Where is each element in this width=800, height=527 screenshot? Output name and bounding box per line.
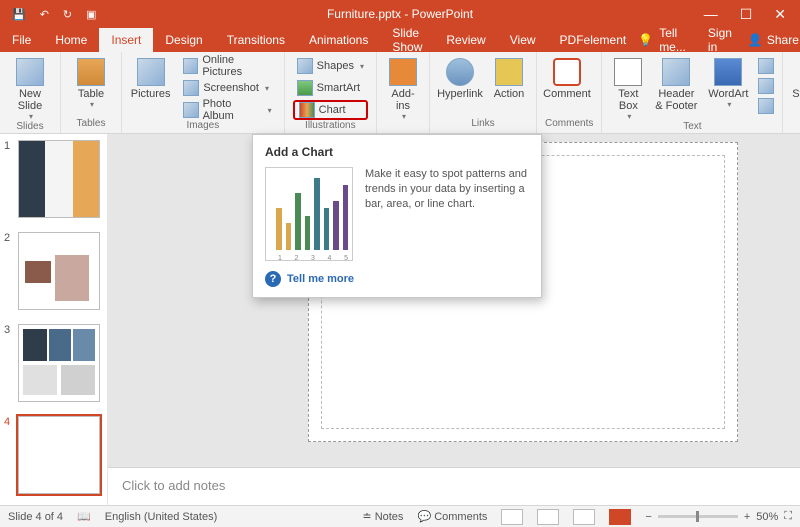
group-addins: Add- ins ▾ xyxy=(377,52,430,133)
group-comments: Comment Comments xyxy=(537,52,602,133)
wordart-button[interactable]: WordArt ▾ xyxy=(706,56,750,109)
hyperlink-button[interactable]: Hyperlink xyxy=(438,56,482,100)
online-pictures-icon xyxy=(183,58,198,74)
tab-view[interactable]: View xyxy=(498,28,548,52)
group-tables: Table ▾ Tables xyxy=(61,52,122,133)
quick-access-toolbar: 💾 ↶ ↻ ▣ xyxy=(0,8,97,21)
chart-tooltip: Add a Chart 12345 Make it easy to spot p… xyxy=(252,134,542,298)
tooltip-title: Add a Chart xyxy=(265,145,529,159)
notes-toggle[interactable]: ≐ Notes xyxy=(362,510,403,523)
slide-thumbnails-pane: 1 2 3 4 xyxy=(0,134,108,505)
table-button[interactable]: Table ▾ xyxy=(69,56,113,109)
text-box-button[interactable]: Text Box ▾ xyxy=(610,56,646,121)
share-icon: 👤 xyxy=(748,33,763,47)
tab-file[interactable]: File xyxy=(0,28,43,52)
window-controls: — ☐ ✕ xyxy=(704,6,800,23)
undo-icon[interactable]: ↶ xyxy=(40,8,49,21)
group-images: Pictures Online Pictures Screenshot▾ Pho… xyxy=(122,52,285,133)
photo-album-button[interactable]: Photo Album▾ xyxy=(179,100,275,120)
object-icon[interactable] xyxy=(758,98,774,114)
group-illustrations: Shapes▾ SmartArt Chart Illustrations xyxy=(285,52,377,133)
tooltip-chart-preview: 12345 xyxy=(265,167,353,261)
spell-check-icon[interactable]: 📖 xyxy=(77,510,91,523)
close-icon[interactable]: ✕ xyxy=(774,6,786,23)
ribbon: New Slide ▾ Slides Table ▾ Tables Pictur… xyxy=(0,52,800,134)
maximize-icon[interactable]: ☐ xyxy=(740,6,753,23)
tab-transitions[interactable]: Transitions xyxy=(215,28,297,52)
minimize-icon[interactable]: — xyxy=(704,6,718,23)
normal-view-icon[interactable] xyxy=(501,509,523,525)
comments-toggle[interactable]: 💬 Comments xyxy=(417,510,487,523)
ribbon-tabs: File Home Insert Design Transitions Anim… xyxy=(0,28,800,52)
slide-number-icon[interactable] xyxy=(758,78,774,94)
screenshot-button[interactable]: Screenshot▾ xyxy=(179,78,275,98)
tab-home[interactable]: Home xyxy=(43,28,99,52)
tab-animations[interactable]: Animations xyxy=(297,28,380,52)
tab-pdfelement[interactable]: PDFelement xyxy=(548,28,639,52)
slide-thumbnail[interactable]: 3 xyxy=(4,324,103,402)
language-indicator[interactable]: English (United States) xyxy=(105,511,218,523)
zoom-in-button[interactable]: + xyxy=(744,511,750,523)
tell-me[interactable]: Tell me... xyxy=(659,26,690,54)
slide-thumbnail[interactable]: 1 xyxy=(4,140,103,218)
slide-sorter-view-icon[interactable] xyxy=(537,509,559,525)
tab-slide-show[interactable]: Slide Show xyxy=(380,28,434,52)
tab-insert[interactable]: Insert xyxy=(99,28,153,52)
tooltip-description: Make it easy to spot patterns and trends… xyxy=(365,167,529,261)
tab-review[interactable]: Review xyxy=(434,28,497,52)
slideshow-view-icon[interactable] xyxy=(609,509,631,525)
action-button[interactable]: Action xyxy=(490,56,528,100)
tab-design[interactable]: Design xyxy=(153,28,214,52)
shapes-icon xyxy=(297,58,313,74)
sign-in[interactable]: Sign in xyxy=(708,26,732,54)
comment-button[interactable]: Comment xyxy=(545,56,589,100)
start-from-beginning-icon[interactable]: ▣ xyxy=(86,8,96,21)
slide-thumbnail[interactable]: 2 xyxy=(4,232,103,310)
group-slides: New Slide ▾ Slides xyxy=(0,52,61,133)
chart-icon xyxy=(299,102,315,118)
window-title: Furniture.pptx - PowerPoint xyxy=(327,7,473,21)
fit-to-window-icon[interactable]: ⛶ xyxy=(784,510,792,523)
header-footer-button[interactable]: Header & Footer xyxy=(654,56,698,112)
group-text: Text Box ▾ Header & Footer WordArt ▾ Tex… xyxy=(602,52,783,133)
tell-me-more-link[interactable]: ? Tell me more xyxy=(265,271,529,287)
share-button[interactable]: 👤 Share xyxy=(748,33,799,47)
zoom-control: − + 50% ⛶ xyxy=(645,510,792,523)
notes-pane[interactable]: Click to add notes xyxy=(108,467,800,505)
smartart-button[interactable]: SmartArt xyxy=(293,78,368,98)
chevron-down-icon: ▾ xyxy=(90,100,94,109)
symbols-button[interactable]: Ω Symbols ▾ xyxy=(791,56,800,109)
help-icon: ? xyxy=(265,271,281,287)
online-pictures-button[interactable]: Online Pictures xyxy=(179,56,275,76)
pictures-button[interactable]: Pictures xyxy=(130,56,171,100)
chevron-down-icon: ▾ xyxy=(29,112,33,121)
addins-button[interactable]: Add- ins ▾ xyxy=(385,56,421,121)
chart-button[interactable]: Chart xyxy=(293,100,368,120)
zoom-percent[interactable]: 50% xyxy=(756,511,778,523)
zoom-out-button[interactable]: − xyxy=(645,511,651,523)
shapes-button[interactable]: Shapes▾ xyxy=(293,56,368,76)
status-bar: Slide 4 of 4 📖 English (United States) ≐… xyxy=(0,505,800,527)
group-symbols: Ω Symbols ▾ xyxy=(783,52,800,133)
date-time-icon[interactable] xyxy=(758,58,774,74)
new-slide-button[interactable]: New Slide ▾ xyxy=(8,56,52,121)
tell-me-icon[interactable]: 💡 xyxy=(638,33,653,47)
save-icon[interactable]: 💾 xyxy=(12,8,26,21)
zoom-slider[interactable] xyxy=(658,515,738,518)
screenshot-icon xyxy=(183,80,199,96)
photo-album-icon xyxy=(183,102,198,118)
smartart-icon xyxy=(297,80,313,96)
slide-counter: Slide 4 of 4 xyxy=(8,511,63,523)
reading-view-icon[interactable] xyxy=(573,509,595,525)
group-links: Hyperlink Action Links xyxy=(430,52,537,133)
slide-thumbnail[interactable]: 4 xyxy=(4,416,103,494)
title-bar: 💾 ↶ ↻ ▣ Furniture.pptx - PowerPoint — ☐ … xyxy=(0,0,800,28)
redo-icon[interactable]: ↻ xyxy=(63,8,72,21)
